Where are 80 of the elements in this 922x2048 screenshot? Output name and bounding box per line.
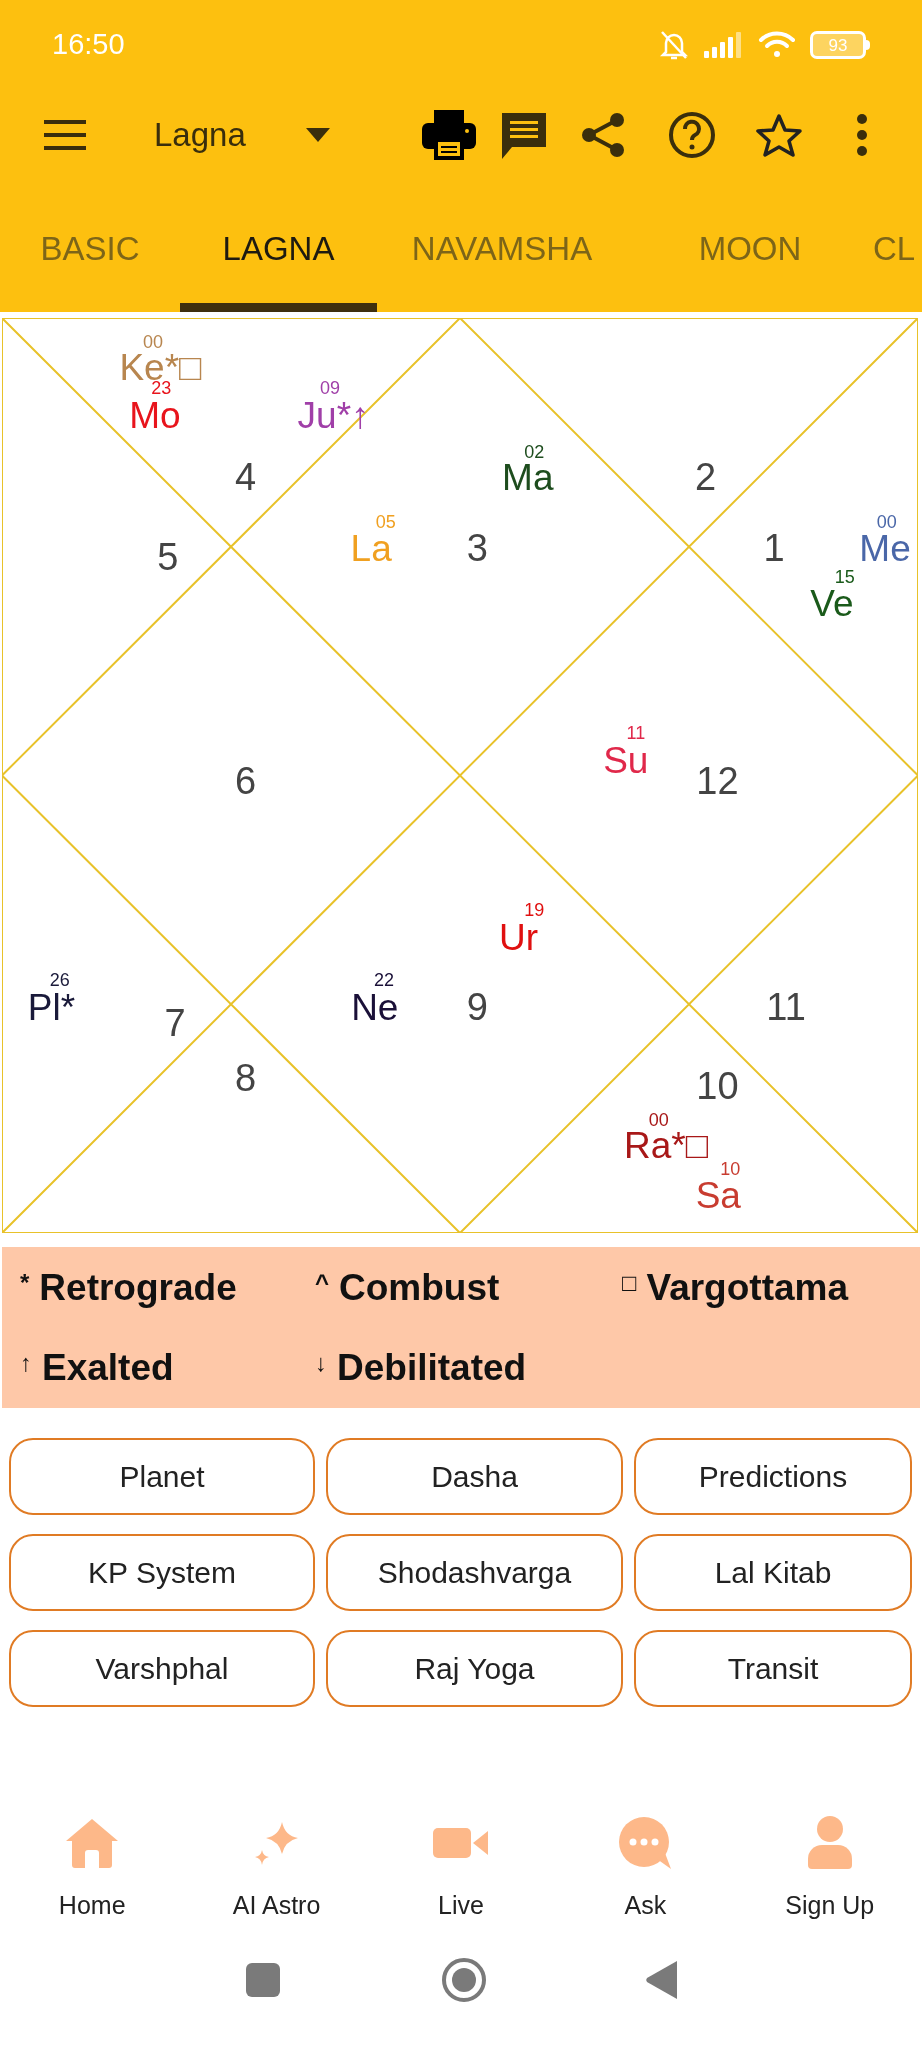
house-number: 3 [466, 528, 488, 567]
section-button[interactable]: Predictions [634, 1438, 912, 1515]
nav-item-label[interactable]: Ask [624, 1887, 667, 1925]
planet-label: La [350, 529, 392, 567]
house-number: 12 [696, 762, 739, 800]
print-icon[interactable] [422, 110, 476, 160]
planet-label: Ne [351, 988, 399, 1026]
planet-label: Ju*↑ [297, 396, 370, 434]
legend-label: Combust [339, 1268, 500, 1306]
star-icon[interactable] [756, 113, 802, 157]
degree-label: 19 [524, 901, 545, 919]
section-button[interactable]: KP System [9, 1534, 315, 1611]
planet-label: Pl* [27, 988, 76, 1026]
planet-label: Sa [695, 1177, 741, 1214]
back-icon[interactable] [644, 1960, 677, 1999]
section-button[interactable]: Planet [9, 1438, 315, 1515]
house-number: 2 [694, 458, 717, 497]
house-number: 7 [164, 1003, 186, 1042]
planet-label: Ur [499, 918, 539, 956]
house-number: 8 [235, 1059, 257, 1098]
legend-symbol: ↑ [20, 1351, 32, 1376]
legend-symbol: ^ [315, 1270, 329, 1295]
legend-label: Debilitated [337, 1349, 527, 1387]
recents-icon[interactable] [245, 1962, 280, 1997]
house-number: 6 [235, 762, 257, 800]
chat-bubble-icon [617, 1815, 674, 1871]
degree-label: 26 [49, 971, 70, 990]
nav-item-label[interactable]: Sign Up [785, 1887, 875, 1925]
message-icon[interactable] [500, 111, 548, 159]
legend-label: Retrograde [39, 1268, 237, 1306]
house-number: 10 [696, 1066, 739, 1105]
house-number: 5 [157, 537, 179, 576]
tab[interactable]: LAGNA [180, 220, 377, 312]
section-button[interactable]: Raj Yoga [326, 1630, 623, 1707]
nav-item-label[interactable]: AI Astro [232, 1887, 321, 1925]
house-number: 4 [235, 458, 257, 497]
planet-label: Ma [502, 458, 554, 496]
planet-label: Ve [810, 584, 854, 622]
section-button[interactable]: Shodashvarga [326, 1534, 623, 1611]
degree-label: 05 [375, 513, 396, 532]
signal-icon [704, 32, 744, 58]
legend-label: Exalted [42, 1349, 174, 1387]
person-icon [805, 1815, 854, 1871]
legend-symbol: ↓ [315, 1351, 327, 1376]
screen-title[interactable]: Lagna [154, 110, 274, 160]
share-icon[interactable] [580, 111, 626, 159]
planet-label: Su [603, 741, 649, 779]
degree-label: 11 [626, 724, 646, 743]
help-icon[interactable] [668, 111, 716, 159]
section-button[interactable]: Lal Kitab [634, 1534, 912, 1611]
house-number: 11 [766, 988, 806, 1026]
status-time: 16:50 [52, 27, 125, 63]
degree-label: 15 [834, 567, 855, 586]
planet-label: Mo [129, 396, 181, 434]
video-camera-icon [433, 1826, 489, 1860]
home-button-icon[interactable] [440, 1956, 487, 2003]
legend-symbol: □ [622, 1270, 637, 1295]
more-options-icon[interactable] [856, 113, 868, 157]
degree-label: 22 [373, 971, 394, 990]
legend-symbol: * [20, 1270, 30, 1295]
legend-label: Vargottama [646, 1268, 848, 1306]
degree-label: 00 [876, 513, 897, 532]
degree-label: 10 [720, 1159, 741, 1178]
planet-label: Ra*□ [624, 1126, 709, 1164]
menu-icon[interactable] [44, 120, 86, 150]
section-button[interactable]: Transit [634, 1630, 912, 1707]
house-number: 1 [763, 528, 785, 567]
dropdown-caret-icon[interactable] [306, 128, 330, 142]
section-button[interactable]: Dasha [326, 1438, 623, 1515]
section-button[interactable]: Varshphal [9, 1630, 315, 1707]
battery-level: 93 [828, 36, 848, 54]
degree-label: 00 [143, 332, 164, 351]
house-number: 9 [466, 988, 488, 1026]
degree-label: 02 [524, 442, 545, 461]
degree-label: 00 [648, 1110, 669, 1129]
degree-label: 09 [319, 379, 340, 398]
nav-item-label[interactable]: Home [58, 1887, 126, 1925]
wifi-icon [758, 31, 796, 59]
planet-label: Me [859, 529, 911, 567]
nav-item-label[interactable]: Live [438, 1887, 484, 1925]
